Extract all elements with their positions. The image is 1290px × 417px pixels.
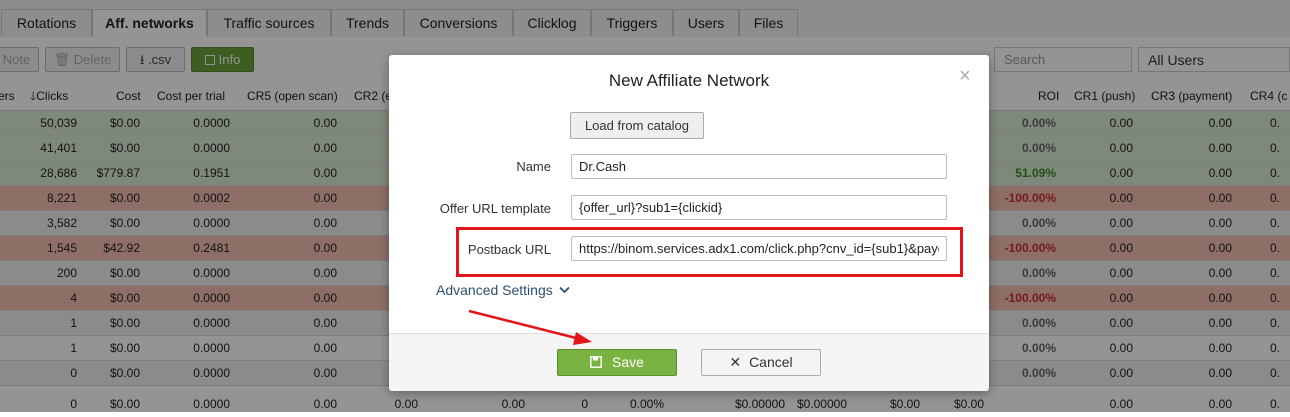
offer-url-label: Offer URL template xyxy=(439,201,551,216)
new-affiliate-network-dialog: New Affiliate Network × Load from catalo… xyxy=(389,55,989,391)
advanced-settings-label: Advanced Settings xyxy=(436,282,553,298)
load-from-catalog-button[interactable]: Load from catalog xyxy=(570,112,704,139)
advanced-settings-toggle[interactable]: Advanced Settings xyxy=(436,282,570,298)
close-icon[interactable]: × xyxy=(959,65,971,88)
cancel-button[interactable]: ✕ Cancel xyxy=(701,349,821,376)
name-field[interactable] xyxy=(571,154,947,179)
save-button-label: Save xyxy=(612,354,644,370)
close-x-icon: ✕ xyxy=(729,354,742,370)
cancel-button-label: Cancel xyxy=(749,354,793,370)
dialog-title: New Affiliate Network xyxy=(608,71,770,90)
name-label: Name xyxy=(516,159,551,174)
postback-url-field[interactable] xyxy=(571,236,947,261)
save-button[interactable]: Save xyxy=(557,349,677,376)
chevron-down-icon xyxy=(559,286,570,294)
dialog-footer: Save ✕ Cancel xyxy=(389,333,989,391)
postback-url-label: Postback URL xyxy=(467,242,551,257)
offer-url-field[interactable] xyxy=(571,195,947,220)
floppy-disk-icon xyxy=(590,356,602,368)
